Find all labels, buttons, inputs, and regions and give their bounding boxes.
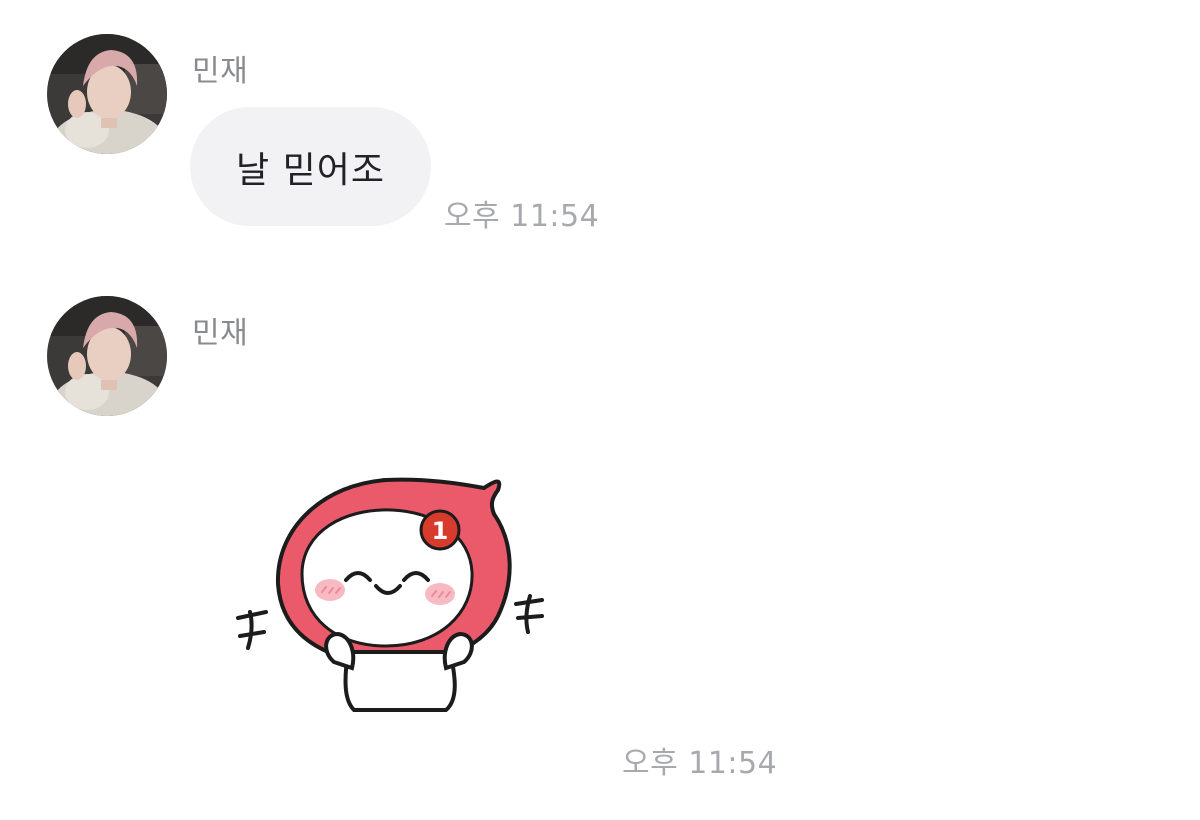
message-timestamp: 오후 11:54 (444, 199, 600, 234)
cheer-mark-right-icon (514, 594, 544, 634)
sender-avatar[interactable] (47, 296, 167, 416)
sticker-message[interactable]: 1 (226, 466, 566, 726)
cheer-mark-left-icon (236, 610, 268, 650)
message-timestamp: 오후 11:54 (622, 746, 778, 781)
sender-name: 민재 (192, 316, 249, 351)
sender-name: 민재 (192, 54, 249, 89)
badge-count: 1 (432, 517, 449, 545)
unread-badge-icon: 1 (419, 509, 461, 551)
message-bubble[interactable]: 날 믿어조 (190, 107, 431, 226)
sender-avatar[interactable] (47, 34, 167, 154)
